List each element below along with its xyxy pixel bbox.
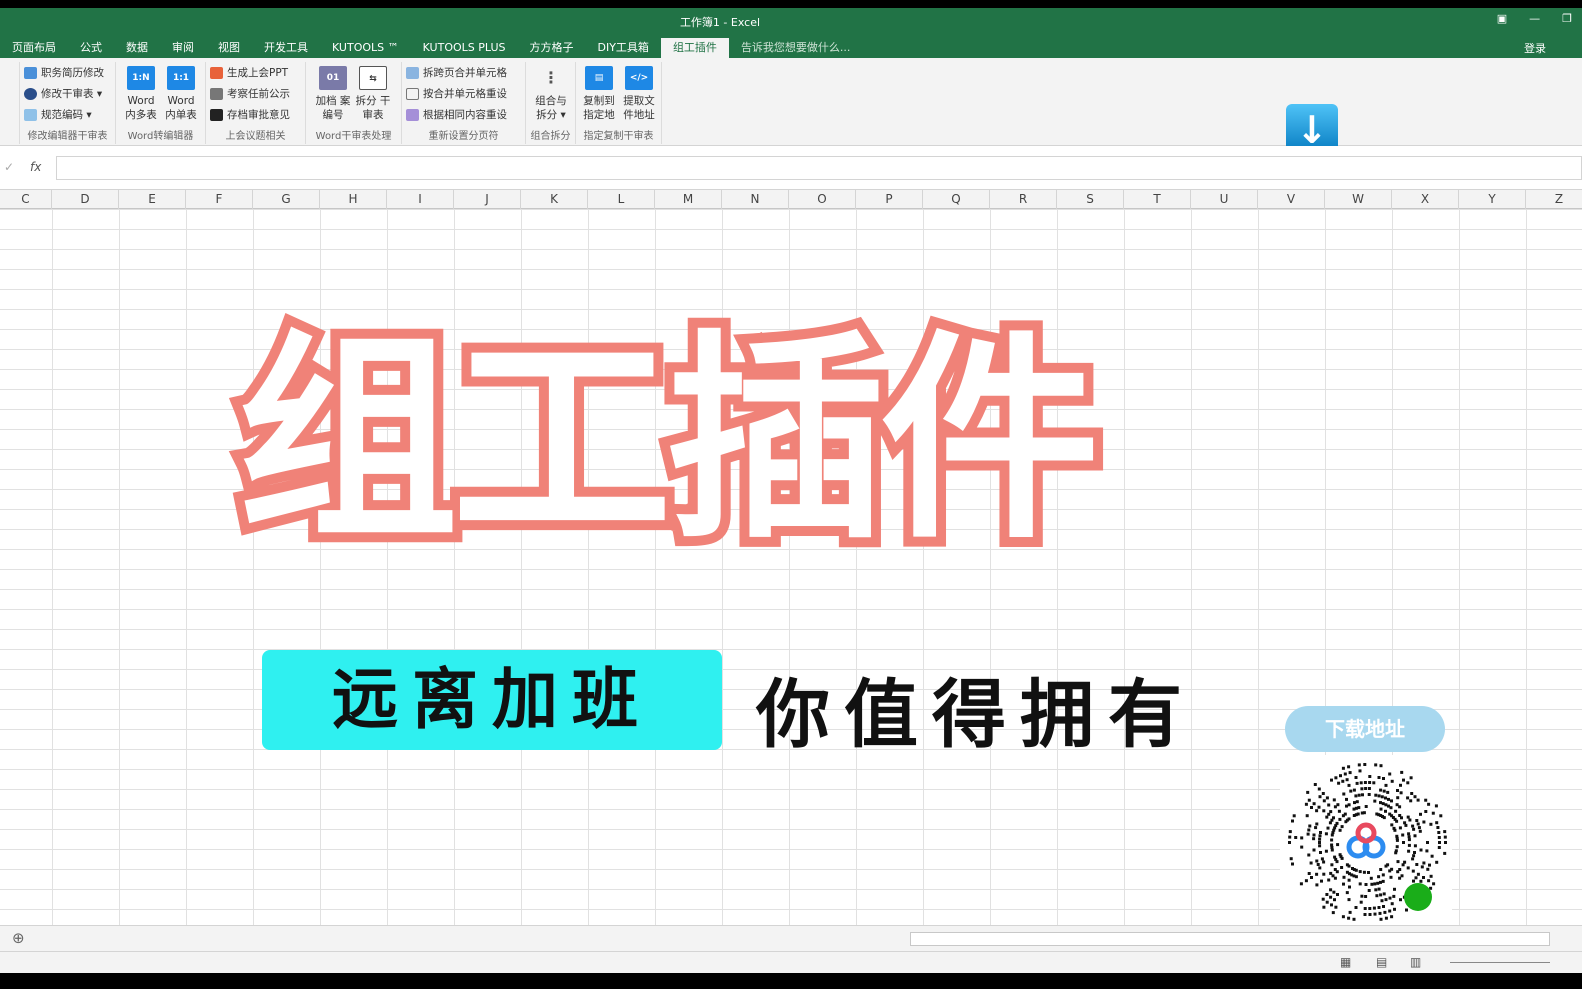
ribbon-item[interactable]: 职务简历修改 xyxy=(20,62,115,83)
code-icon xyxy=(24,108,37,121)
tab-0[interactable]: 页面布局 xyxy=(0,38,68,58)
ribbon-item[interactable]: 考察任前公示 xyxy=(206,83,305,104)
ribbon-group-combine: ⋮ 组合与 拆分 ▾ 组合拆分 xyxy=(526,62,576,144)
tab-7[interactable]: KUTOOLS PLUS xyxy=(411,38,518,58)
download-badge: 下载地址 xyxy=(1285,706,1445,752)
tab-5[interactable]: 开发工具 xyxy=(252,38,320,58)
zoom-slider[interactable] xyxy=(1450,962,1550,963)
tab-8[interactable]: 方方格子 xyxy=(518,38,586,58)
split-icon xyxy=(406,66,419,79)
ribbon-group-meeting: 生成上会PPT 考察任前公示 存档审批意见 上会议题相关 xyxy=(206,62,306,144)
add-archive-number-button[interactable]: 01 加档 案编号 xyxy=(314,66,352,122)
ribbon-options-icon[interactable]: ▣ xyxy=(1497,12,1507,25)
login-link[interactable]: 登录 xyxy=(1524,40,1546,56)
tab-4[interactable]: 视图 xyxy=(206,38,252,58)
column-header[interactable]: E xyxy=(119,190,186,209)
status-bar: ▦ ▤ ▥ xyxy=(0,951,1582,973)
ribbon-item[interactable]: 规范编码 ▾ xyxy=(20,104,115,125)
tell-me-search[interactable]: 告诉我您想要做什么... xyxy=(729,38,863,58)
ribbon-group-word-process: 01 加档 案编号 ⇆ 拆分 干审表 Word干审表处理 xyxy=(306,62,402,144)
ribbon-item[interactable]: 按合并单元格重设 xyxy=(402,83,525,104)
column-header[interactable]: K xyxy=(521,190,588,209)
split-table-button[interactable]: ⇆ 拆分 干审表 xyxy=(354,66,392,122)
column-header[interactable]: Q xyxy=(923,190,990,209)
ribbon-group-word: 1:N Word 内多表 1:1 Word 内单表 Word转编辑器 xyxy=(116,62,206,144)
column-header[interactable]: L xyxy=(588,190,655,209)
combine-split-button[interactable]: ⋮ 组合与 拆分 ▾ xyxy=(532,66,570,122)
column-header[interactable]: N xyxy=(722,190,789,209)
ribbon-item[interactable]: 修改干审表 ▾ xyxy=(20,83,115,104)
add-sheet-icon[interactable]: ⊕ xyxy=(12,929,25,947)
column-header[interactable]: P xyxy=(856,190,923,209)
fx-icon[interactable]: fx xyxy=(30,160,41,174)
copy-to-button[interactable]: ▤ 复制到 指定地 xyxy=(580,66,618,122)
column-header[interactable]: W xyxy=(1325,190,1392,209)
check-icon[interactable]: ✓ xyxy=(4,160,14,174)
column-header[interactable]: R xyxy=(990,190,1057,209)
column-header[interactable]: H xyxy=(320,190,387,209)
column-header[interactable]: I xyxy=(387,190,454,209)
horizontal-scrollbar[interactable] xyxy=(910,932,1550,946)
ribbon-item[interactable]: 拆跨页合并单元格 xyxy=(402,62,525,83)
column-header[interactable]: J xyxy=(454,190,521,209)
tab-10[interactable]: 组工插件 xyxy=(660,38,729,58)
minimize-button[interactable]: — xyxy=(1529,12,1540,25)
ribbon-item[interactable]: 存档审批意见 xyxy=(206,104,305,125)
archive-icon xyxy=(210,108,223,121)
plus-icon xyxy=(406,87,419,100)
tab-1[interactable]: 公式 xyxy=(68,38,114,58)
column-header[interactable]: T xyxy=(1124,190,1191,209)
notice-icon xyxy=(210,87,223,100)
ribbon-item[interactable]: 根据相同内容重设 xyxy=(402,104,525,125)
tab-2[interactable]: 数据 xyxy=(114,38,160,58)
column-header[interactable]: G xyxy=(253,190,320,209)
column-headers: CDEFGHIJKLMNOPQRSTUVWXYZ xyxy=(0,190,1582,209)
ribbon-group-partial xyxy=(0,62,20,144)
ribbon-item[interactable]: 生成上会PPT xyxy=(206,62,305,83)
table-icon xyxy=(406,108,419,121)
column-header[interactable]: Y xyxy=(1459,190,1526,209)
column-header[interactable]: V xyxy=(1258,190,1325,209)
column-header[interactable]: D xyxy=(52,190,119,209)
qr-pattern xyxy=(1288,763,1447,921)
word-multi-button[interactable]: 1:N Word 内多表 xyxy=(122,66,160,122)
column-header[interactable]: U xyxy=(1191,190,1258,209)
tab-3[interactable]: 审阅 xyxy=(160,38,206,58)
overlay-tagline: 远离加班 xyxy=(262,650,722,750)
column-header[interactable]: O xyxy=(789,190,856,209)
qr-code xyxy=(1280,755,1452,927)
extract-path-button[interactable]: </> 提取文 件地址 xyxy=(620,66,658,122)
ribbon-group-pagebreak: 拆跨页合并单元格 按合并单元格重设 根据相同内容重设 重新设置分页符 xyxy=(402,62,526,144)
resume-icon xyxy=(24,66,37,79)
normal-view-icon[interactable]: ▦ xyxy=(1340,955,1351,969)
restore-button[interactable]: ❐ xyxy=(1562,12,1572,25)
page-layout-icon[interactable]: ▤ xyxy=(1376,955,1387,969)
tab-9[interactable]: DIY工具箱 xyxy=(586,38,661,58)
word-single-button[interactable]: 1:1 Word 内单表 xyxy=(162,66,200,122)
formula-input[interactable] xyxy=(56,156,1582,180)
overlay-title: 组工插件 xyxy=(228,312,1110,568)
ppt-icon xyxy=(210,66,223,79)
page-break-icon[interactable]: ▥ xyxy=(1410,955,1421,969)
window-title: 工作簿1 - Excel xyxy=(679,16,761,29)
column-header[interactable]: C xyxy=(0,190,52,209)
column-header[interactable]: S xyxy=(1057,190,1124,209)
title-bar: 工作簿1 - Excel ▣ — ❐ 页面布局 公式 数据 审阅 视图 开发工具 KUTOOLS… xyxy=(0,8,1582,58)
formula-bar: ✓ fx xyxy=(0,146,1582,190)
column-header[interactable]: X xyxy=(1392,190,1459,209)
overlay-slogan: 你值得拥有 xyxy=(756,672,1196,758)
column-header[interactable]: F xyxy=(186,190,253,209)
column-header[interactable]: M xyxy=(655,190,722,209)
edit-icon xyxy=(24,87,37,100)
ribbon: 职务简历修改 修改干审表 ▾ 规范编码 ▾ 修改编辑器干审表 1:N Word 内… xyxy=(0,58,1582,146)
ribbon-tabs: 页面布局 公式 数据 审阅 视图 开发工具 KUTOOLS ™ KUTOOLS PLUS 方方格… xyxy=(0,38,862,58)
ribbon-group-copy: ▤ 复制到 指定地 </> 提取文 件地址 指定复制干审表 xyxy=(576,62,662,144)
sheet-tab-bar: ⊕ xyxy=(0,925,1582,951)
column-header[interactable]: Z xyxy=(1526,190,1582,209)
tab-6[interactable]: KUTOOLS ™ xyxy=(320,38,411,58)
ribbon-group-edit: 职务简历修改 修改干审表 ▾ 规范编码 ▾ 修改编辑器干审表 xyxy=(20,62,116,144)
